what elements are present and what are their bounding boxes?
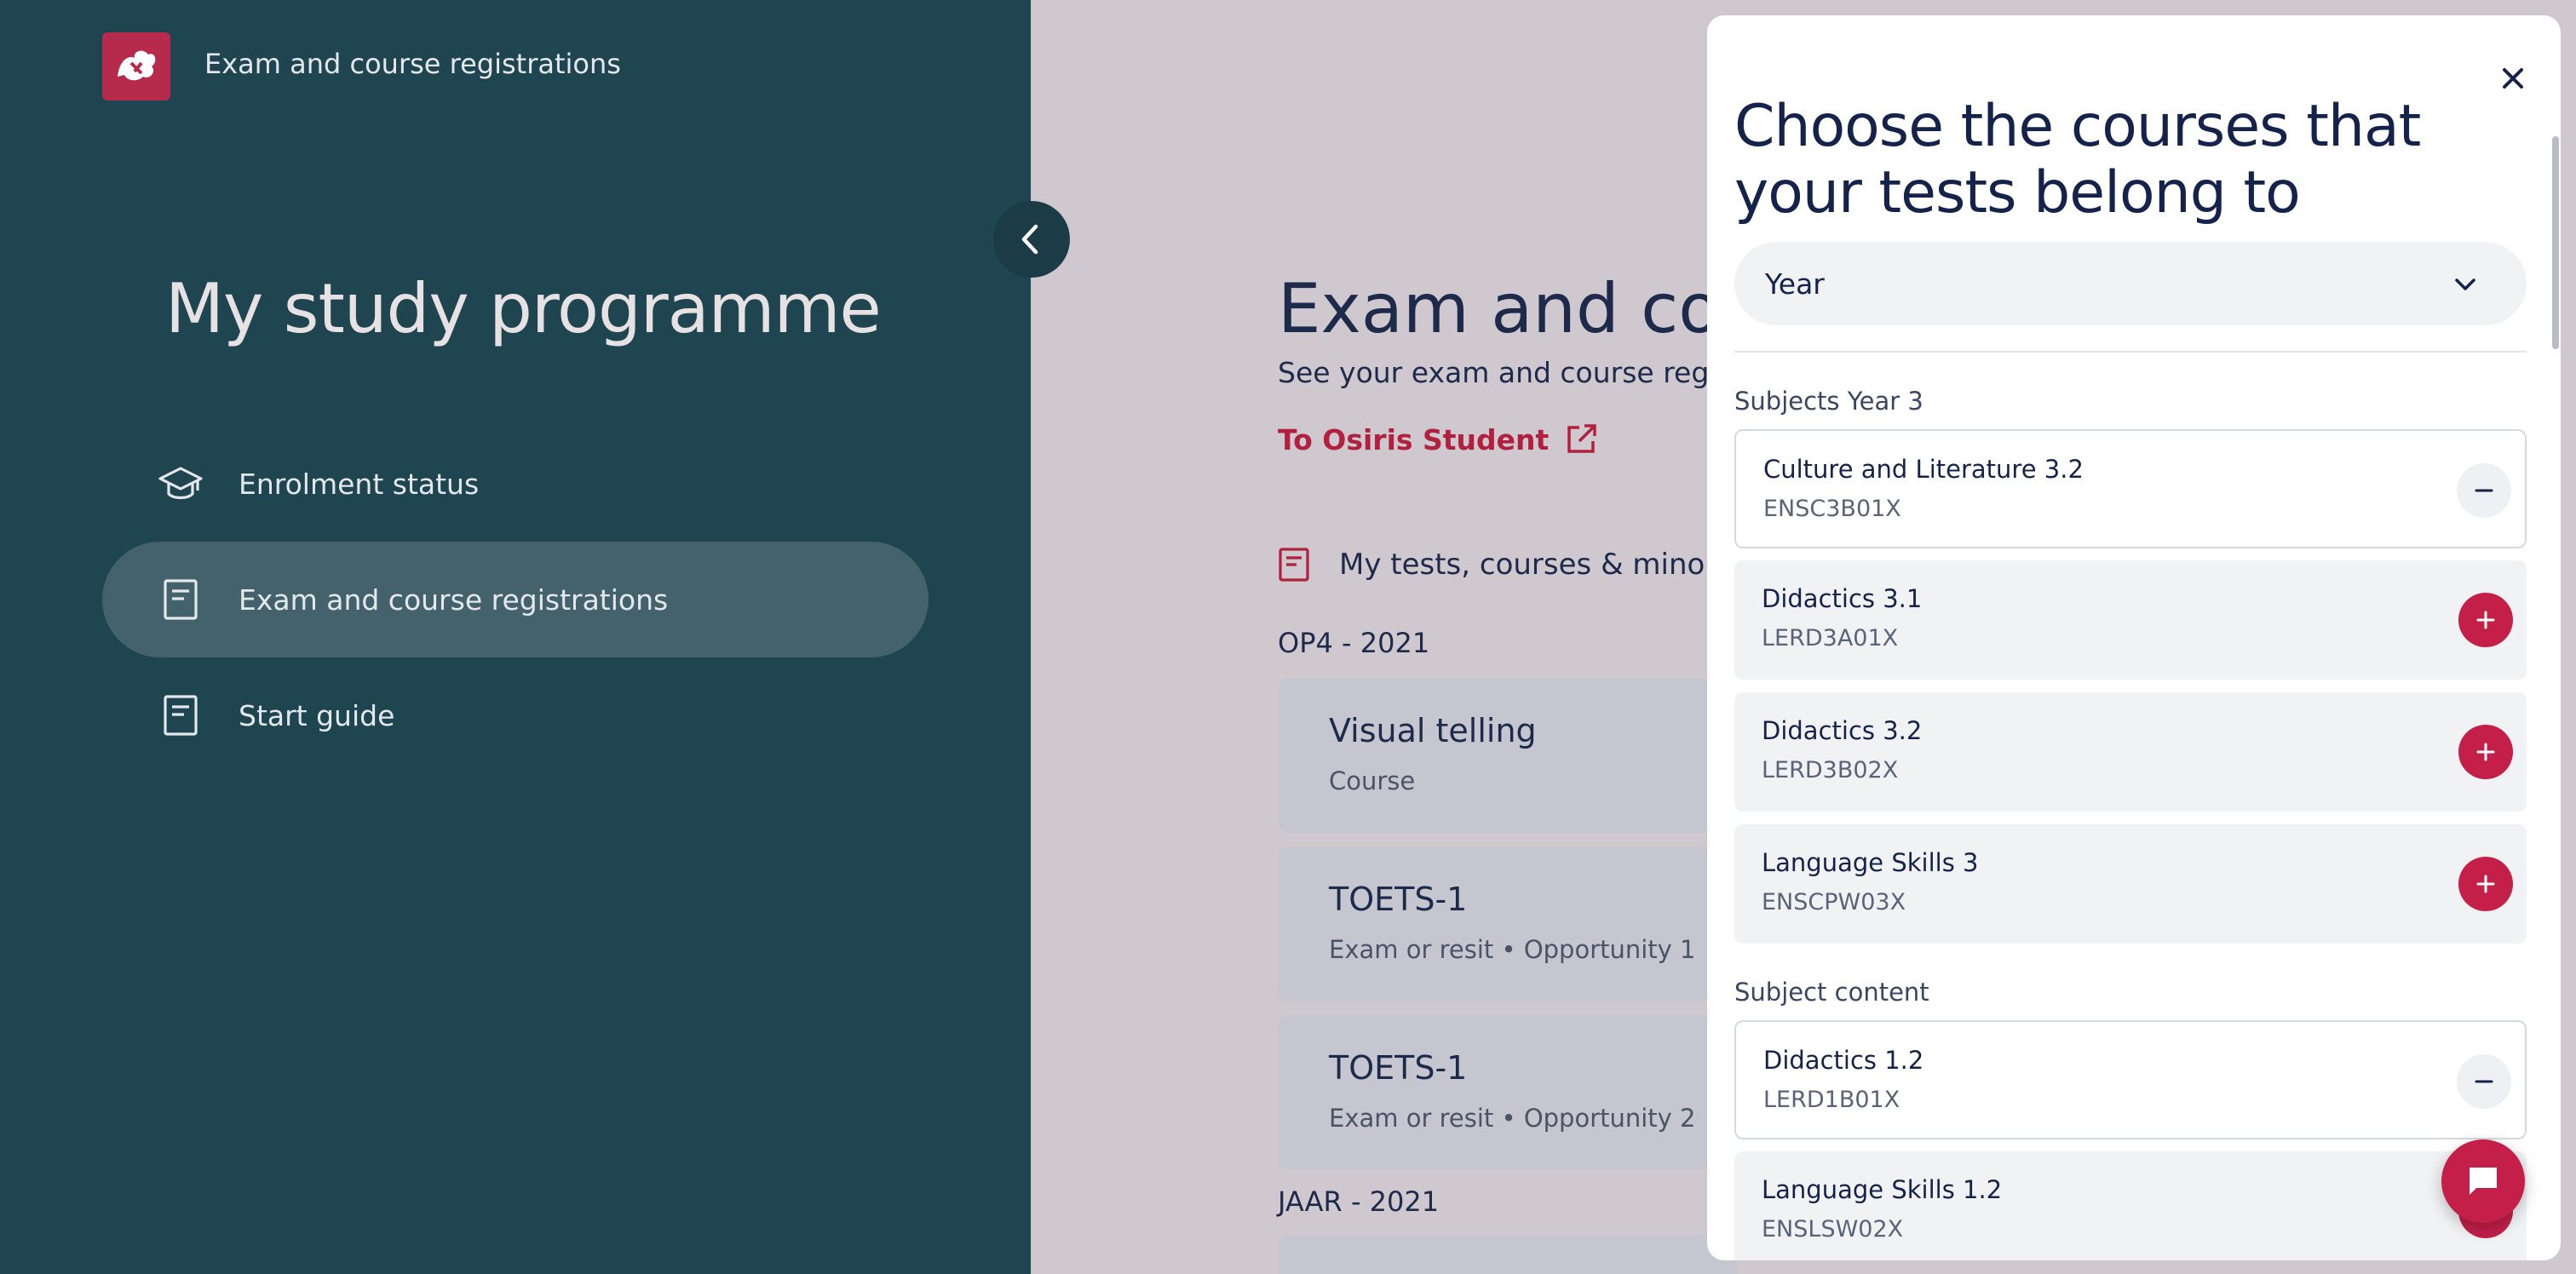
course-name: Culture and Literature 3.2	[1763, 455, 2084, 484]
close-button[interactable]	[2493, 58, 2533, 99]
course-code: LERD3B02X	[1762, 757, 1899, 783]
registration-card[interactable]: TOETS-1 Exam or resit • Opportunity 2	[1278, 1015, 1738, 1170]
group-label: Subjects Year 3	[1734, 387, 1923, 416]
document-icon	[1279, 548, 1309, 582]
document-icon	[157, 692, 204, 739]
card-title: TOETS-1	[1329, 881, 1468, 918]
chevron-left-icon	[1021, 224, 1038, 255]
remove-course-button[interactable]	[2457, 463, 2511, 518]
registration-card[interactable]	[1278, 1235, 1738, 1274]
course-item[interactable]: Didactics 3.1 LERD3A01X	[1734, 560, 2527, 680]
course-name: Language Skills 3	[1762, 848, 1979, 877]
course-item[interactable]: Language Skills 1.2 ENSLSW02X	[1734, 1151, 2527, 1260]
course-item[interactable]: Didactics 1.2 LERD1B01X	[1734, 1020, 2527, 1139]
app-title: Exam and course registrations	[204, 48, 621, 80]
registration-card[interactable]: Visual telling Course	[1278, 678, 1738, 833]
remove-course-button[interactable]	[2457, 1054, 2511, 1109]
course-name: Didactics 3.2	[1762, 716, 1923, 745]
year-select[interactable]: Year	[1734, 242, 2527, 325]
card-subtitle: Course	[1329, 766, 1416, 795]
card-title: Visual telling	[1329, 712, 1537, 749]
app-logo[interactable]	[102, 32, 170, 100]
course-code: LERD1B01X	[1763, 1087, 1900, 1113]
minus-icon	[2475, 489, 2493, 492]
course-code: LERD3A01X	[1762, 625, 1899, 651]
close-icon	[2503, 68, 2523, 89]
add-course-button[interactable]	[2458, 857, 2513, 911]
course-selection-panel: Choose the courses that your tests belon…	[1707, 15, 2561, 1260]
divider	[1734, 351, 2527, 353]
add-course-button[interactable]	[2458, 593, 2513, 647]
group-label: Subject content	[1734, 978, 1929, 1007]
panel-scrollbar[interactable]	[2552, 136, 2559, 349]
course-item[interactable]: Didactics 3.2 LERD3B02X	[1734, 692, 2527, 812]
panel-title: Choose the courses that your tests belon…	[1734, 93, 2421, 227]
nav-label: Exam and course registrations	[239, 582, 669, 617]
card-subtitle: Exam or resit • Opportunity 1	[1329, 935, 1696, 964]
graduation-cap-icon	[157, 460, 204, 508]
registration-card[interactable]: TOETS-1 Exam or resit • Opportunity 1	[1278, 846, 1738, 1001]
section-header: My tests, courses & minors	[1278, 547, 1732, 582]
osiris-link-label: To Osiris Student	[1278, 422, 1550, 456]
period-label: OP4 - 2021	[1278, 627, 1430, 659]
sidebar-heading: My study programme	[165, 269, 882, 348]
collapse-sidebar-button[interactable]	[993, 201, 1070, 278]
nav-label: Start guide	[239, 698, 395, 732]
card-title: TOETS-1	[1329, 1049, 1468, 1087]
nav-item-start-guide[interactable]: Start guide	[102, 657, 929, 773]
course-name: Didactics 3.1	[1762, 584, 1923, 613]
sidebar: Exam and course registrations My study p…	[0, 0, 1031, 1274]
course-name: Language Skills 1.2	[1762, 1175, 2003, 1204]
section-label: My tests, courses & minors	[1339, 548, 1732, 582]
chat-bubble-icon	[2470, 1168, 2497, 1195]
minus-icon	[2475, 1080, 2493, 1083]
osiris-student-link[interactable]: To Osiris Student	[1278, 422, 1598, 456]
course-item[interactable]: Culture and Literature 3.2 ENSC3B01X	[1734, 429, 2527, 548]
course-item[interactable]: Language Skills 3 ENSCPW03X	[1734, 824, 2527, 944]
period-label: JAAR - 2021	[1278, 1185, 1440, 1218]
course-code: ENSLSW02X	[1762, 1216, 1904, 1242]
plus-icon	[2476, 875, 2495, 893]
nav-label: Enrolment status	[239, 467, 480, 501]
select-value: Year	[1765, 267, 1825, 301]
plus-icon	[2476, 611, 2495, 629]
course-code: ENSC3B01X	[1763, 496, 1901, 522]
nav-item-exam-and-course-registrations[interactable]: Exam and course registrations	[102, 542, 929, 657]
external-link-icon	[1567, 424, 1597, 453]
card-subtitle: Exam or resit • Opportunity 2	[1329, 1104, 1696, 1133]
chat-button[interactable]	[2441, 1139, 2525, 1223]
course-code: ENSCPW03X	[1762, 889, 1906, 915]
add-course-button[interactable]	[2458, 725, 2513, 779]
course-name: Didactics 1.2	[1763, 1046, 1924, 1075]
document-icon	[157, 576, 204, 623]
chevron-down-icon	[2455, 278, 2475, 290]
nav-item-enrolment-status[interactable]: Enrolment status	[102, 426, 929, 542]
plus-icon	[2476, 743, 2495, 761]
